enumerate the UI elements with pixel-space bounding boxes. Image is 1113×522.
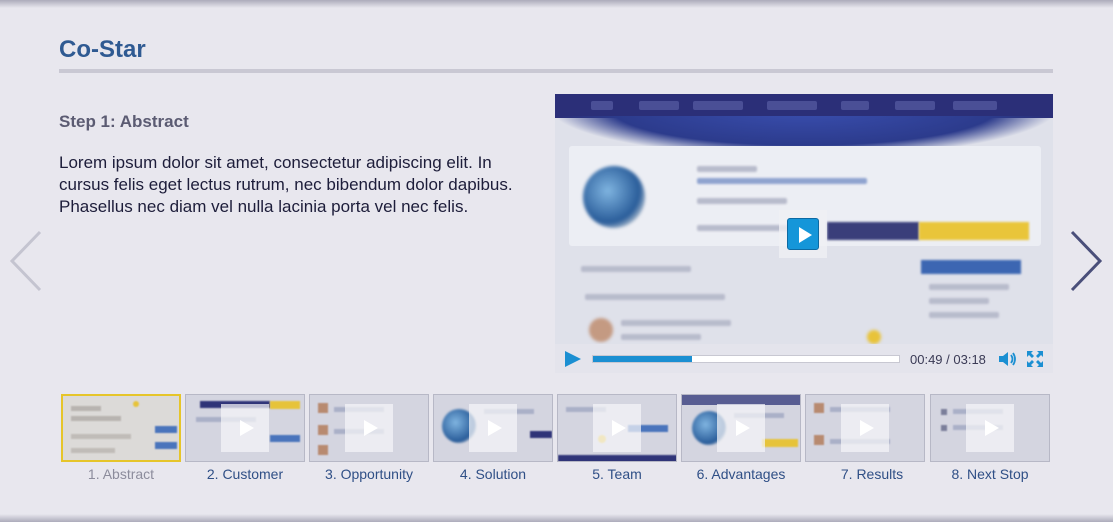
thumbnail-label-advantages[interactable]: 6. Advantages — [671, 466, 811, 482]
play-icon — [841, 404, 889, 452]
thumbnail-customer[interactable] — [185, 394, 305, 462]
thumbnail-abstract[interactable] — [61, 394, 181, 462]
thumbnail-results[interactable] — [805, 394, 925, 462]
thumbnail-label-opportunity[interactable]: 3. Opportunity — [299, 466, 439, 482]
play-icon — [717, 404, 765, 452]
video-frame-dark-button — [827, 222, 919, 240]
thumbnail-opportunity[interactable] — [309, 394, 429, 462]
play-icon[interactable] — [565, 351, 581, 367]
step-description: Lorem ipsum dolor sit amet, consectetur … — [59, 153, 513, 216]
play-icon — [345, 404, 393, 452]
thumbnail-image — [61, 394, 181, 462]
thumbnail-label-customer[interactable]: 2. Customer — [175, 466, 315, 482]
top-shadow — [0, 0, 1113, 8]
thumbnail-advantages[interactable] — [681, 394, 801, 462]
thumbnail-next-stop[interactable] — [930, 394, 1050, 462]
thumbnail-label-abstract[interactable]: 1. Abstract — [51, 466, 191, 482]
video-frame-yellow-dot — [867, 330, 881, 344]
video-progress-bar[interactable] — [592, 355, 900, 363]
video-play-overlay-button[interactable] — [779, 210, 827, 258]
thumbnail-team[interactable] — [557, 394, 677, 462]
step-heading: Step 1: Abstract — [59, 112, 189, 131]
video-frame-yellow-button — [919, 222, 1029, 240]
prev-step-button[interactable] — [6, 228, 46, 294]
bottom-shadow — [0, 514, 1113, 522]
thumbnail-label-next-stop[interactable]: 8. Next Stop — [920, 466, 1060, 482]
title-divider — [59, 69, 1053, 73]
fullscreen-icon[interactable] — [1026, 350, 1044, 368]
chevron-right-icon — [1070, 230, 1103, 292]
video-controls: 00:49 / 03:18 — [555, 344, 1053, 373]
video-frame-avatar — [589, 318, 613, 342]
play-icon — [469, 404, 517, 452]
video-time-display: 00:49 / 03:18 — [910, 352, 986, 367]
video-player[interactable]: 00:49 / 03:18 — [555, 94, 1053, 373]
chevron-left-icon — [9, 230, 42, 292]
thumbnail-label-solution[interactable]: 4. Solution — [423, 466, 563, 482]
video-frame-globe — [583, 166, 645, 228]
video-frame-blue-box — [921, 260, 1021, 274]
play-icon — [593, 404, 641, 452]
next-step-button[interactable] — [1066, 228, 1106, 294]
play-icon — [966, 404, 1014, 452]
thumbnail-solution[interactable] — [433, 394, 553, 462]
play-icon — [787, 218, 819, 250]
volume-icon[interactable] — [998, 350, 1018, 368]
video-frame-navbar — [555, 94, 1053, 118]
thumbnail-label-team[interactable]: 5. Team — [547, 466, 687, 482]
video-progress-fill — [593, 356, 693, 362]
play-icon — [221, 404, 269, 452]
page-title: Co-Star — [59, 36, 146, 63]
